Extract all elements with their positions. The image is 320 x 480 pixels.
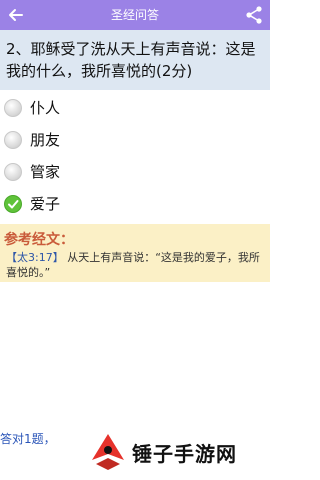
page-title: 圣经问答 [110, 8, 159, 22]
option-3[interactable]: 管家 [0, 156, 270, 188]
option-2[interactable]: 朋友 [0, 124, 270, 156]
reference-panel: 参考经文： 【太3:17】 从天上有声音说：“这是我的爱子，我所喜悦的。” [0, 224, 270, 282]
watermark-text: 锤子手游网 [132, 442, 237, 466]
radio-unchecked-icon[interactable] [4, 99, 22, 117]
reference-text: 【太3:17】 从天上有声音说：“这是我的爱子，我所喜悦的。” [6, 250, 264, 280]
option-label: 管家 [30, 163, 61, 181]
radio-unchecked-icon[interactable] [4, 163, 22, 181]
top-bar: 圣经问答 [0, 0, 270, 30]
options-list: 仆人 朋友 管家 爱子 [0, 92, 270, 220]
share-icon[interactable] [244, 5, 264, 25]
verse-ref: 【太3:17】 [6, 251, 64, 264]
question-panel: 2、耶稣受了洗从天上有声音说：这是我的什么，我所喜悦的(2分) [0, 30, 270, 90]
hammer-logo-icon [92, 434, 124, 470]
score-status: 答对1题， [0, 432, 56, 446]
radio-unchecked-icon[interactable] [4, 131, 22, 149]
option-4[interactable]: 爱子 [0, 188, 270, 220]
option-label: 朋友 [30, 131, 61, 149]
footer: 答对1题， 锤子手游网 [0, 422, 270, 480]
watermark-logo: 锤子手游网 [70, 426, 270, 480]
question-text: 2、耶稣受了洗从天上有声音说：这是我的什么，我所喜悦的(2分) [6, 40, 256, 80]
reference-title: 参考经文： [4, 232, 74, 248]
check-icon[interactable] [4, 195, 22, 213]
option-label: 爱子 [30, 195, 61, 213]
option-1[interactable]: 仆人 [0, 92, 270, 124]
option-label: 仆人 [30, 99, 61, 117]
